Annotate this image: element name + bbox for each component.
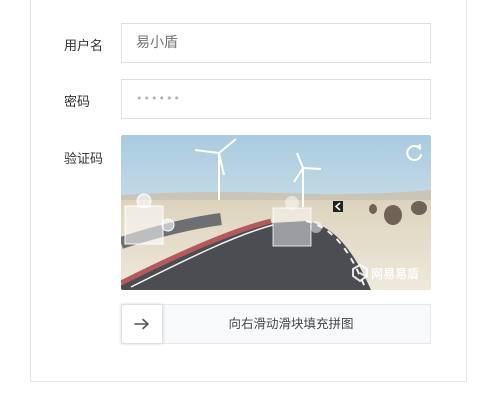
slider-handle[interactable] — [121, 304, 163, 344]
arrow-right-icon — [134, 318, 149, 330]
refresh-icon[interactable] — [403, 142, 425, 164]
watermark-text: 网易易盾 — [370, 266, 419, 281]
username-label: 用户名 — [64, 39, 104, 54]
captcha-image: 网易易盾 — [121, 135, 431, 290]
slider-hint: 向右滑动滑块填充拼图 — [228, 316, 354, 331]
netease-shield-icon — [351, 264, 368, 282]
password-label: 密码 — [64, 95, 91, 110]
captcha-label: 验证码 — [64, 152, 104, 167]
password-input[interactable]: •••••• — [121, 79, 431, 119]
username-input[interactable] — [121, 23, 431, 63]
slider-track[interactable]: 向右滑动滑块填充拼图 — [121, 304, 431, 344]
password-value: •••••• — [136, 92, 181, 105]
watermark: 网易易盾 — [351, 264, 419, 282]
